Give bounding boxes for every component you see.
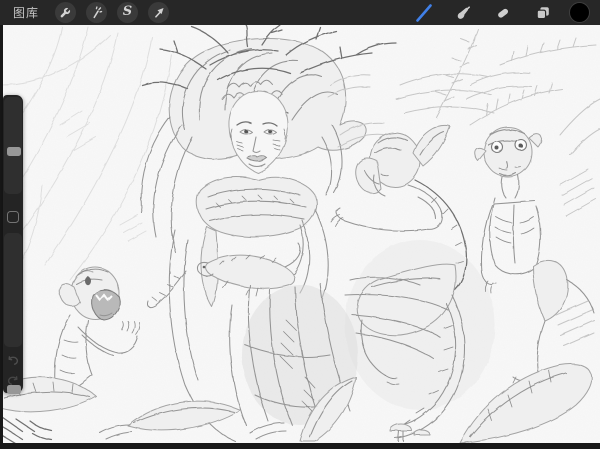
- top-toolbar: 图库 S: [0, 0, 600, 25]
- layers-button[interactable]: [532, 2, 554, 24]
- wrench-icon: [58, 5, 73, 20]
- canvas-artwork: .s0{stroke:#6f6f6f;stroke-width:1.25;fil…: [0, 25, 600, 443]
- brush-sidebar: [3, 95, 23, 393]
- smudge-icon: [454, 4, 472, 22]
- canvas-bottom-edge: [0, 443, 600, 449]
- app-window: 图库 S: [0, 0, 600, 449]
- selection-button[interactable]: S: [117, 2, 138, 23]
- transform-button[interactable]: [148, 2, 169, 23]
- paint-tool-button[interactable]: [413, 2, 435, 24]
- gallery-label: 图库: [13, 4, 39, 21]
- drawing-canvas[interactable]: .s0{stroke:#6f6f6f;stroke-width:1.25;fil…: [0, 25, 600, 443]
- paintbrush-icon: [413, 2, 435, 24]
- smudge-tool-button[interactable]: [452, 2, 474, 24]
- brush-size-handle[interactable]: [7, 147, 21, 156]
- modify-button[interactable]: [7, 211, 19, 223]
- undo-button[interactable]: [6, 353, 20, 367]
- adjustments-button[interactable]: [86, 2, 107, 23]
- transform-arrow-icon: [151, 5, 166, 20]
- color-swatch-button[interactable]: [569, 2, 590, 23]
- selection-s-icon: S: [123, 5, 132, 18]
- layers-icon: [534, 4, 552, 22]
- erase-tool-button[interactable]: [492, 2, 514, 24]
- redo-icon: [6, 373, 20, 387]
- undo-icon: [6, 353, 20, 367]
- redo-button[interactable]: [6, 373, 20, 387]
- actions-button[interactable]: [55, 2, 76, 23]
- magic-wand-icon: [89, 5, 104, 20]
- brush-size-slider[interactable]: [4, 97, 22, 194]
- brush-opacity-slider[interactable]: [4, 233, 22, 347]
- eraser-icon: [494, 4, 512, 22]
- gallery-button[interactable]: 图库: [13, 0, 39, 25]
